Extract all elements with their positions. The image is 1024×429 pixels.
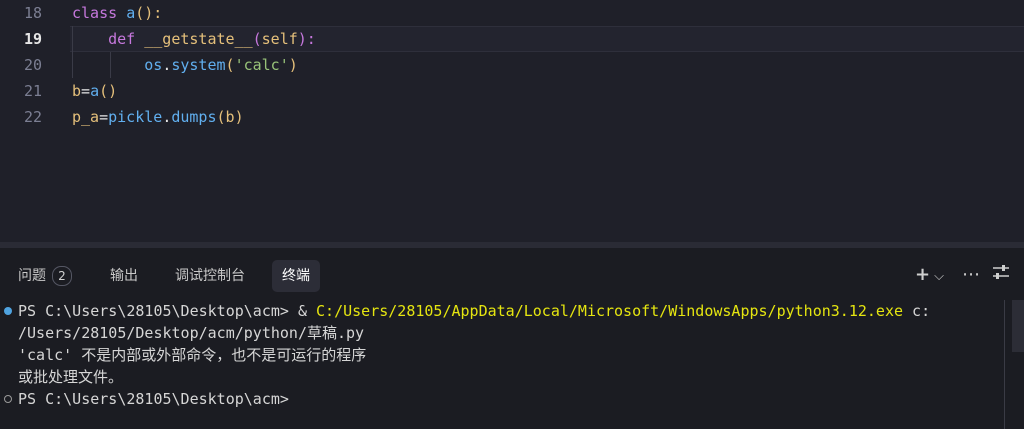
terminal-line: 或批处理文件。 bbox=[18, 368, 124, 386]
code-token: a bbox=[126, 4, 136, 22]
code-token: . bbox=[162, 108, 172, 126]
terminal-line: 'calc' 不是内部或外部命令，也不是可运行的程序 bbox=[18, 346, 367, 364]
terminal-line: PS C:\Users\28105\Desktop\acm> & C:/User… bbox=[18, 300, 930, 322]
terminal-prompt-line: PS C:\Users\28105\Desktop\acm> bbox=[18, 390, 289, 408]
terminal-line: /Users/28105/Desktop/acm/python/草稿.py bbox=[18, 324, 365, 342]
prompt-text: PS C:\Users\28105\Desktop\acm> & bbox=[18, 302, 317, 320]
bottom-panel: 问题 2 输出 调试控制台 终端 + ⌵ ⋯ PS C:\Users\28105\De… bbox=[0, 248, 1024, 429]
code-line[interactable]: 18 class a(): bbox=[0, 0, 1024, 26]
line-number: 22 bbox=[23, 108, 42, 126]
terminal-output[interactable]: PS C:\Users\28105\Desktop\acm> & C:/User… bbox=[0, 300, 1004, 429]
chevron-down-icon[interactable]: ⌵ bbox=[934, 269, 944, 284]
code-token: def bbox=[108, 30, 136, 48]
ellipsis-icon[interactable]: ⋯ bbox=[962, 264, 980, 285]
code-text[interactable]: p_a=pickle.dumps(b) bbox=[72, 104, 244, 130]
code-token: () bbox=[99, 82, 118, 100]
line-number: 19 bbox=[23, 30, 42, 48]
code-token: __getstate__ bbox=[144, 30, 253, 48]
command-status-dot bbox=[4, 395, 12, 403]
tab-label: 调试控制台 bbox=[175, 268, 245, 284]
problems-count-badge: 2 bbox=[52, 266, 72, 286]
code-token: a bbox=[90, 82, 100, 100]
code-token: ) bbox=[234, 108, 244, 126]
code-token: b bbox=[72, 82, 82, 100]
code-line[interactable]: 21 b=a() bbox=[0, 78, 1024, 104]
code-token: (): bbox=[135, 4, 163, 22]
tab-terminal[interactable]: 终端 bbox=[272, 260, 320, 292]
code-token: p_a bbox=[72, 108, 100, 126]
code-token: dumps bbox=[171, 108, 217, 126]
code-token: ( bbox=[216, 108, 226, 126]
code-text[interactable]: def __getstate__(self): bbox=[72, 26, 316, 52]
code-token: ( bbox=[252, 30, 262, 48]
code-token: 'calc' bbox=[234, 56, 289, 74]
line-number: 20 bbox=[23, 56, 42, 74]
tab-label: 问题 bbox=[18, 268, 46, 284]
code-token: pickle bbox=[108, 108, 163, 126]
sliders-icon[interactable] bbox=[992, 264, 1010, 285]
code-line[interactable]: 19 def __getstate__(self): bbox=[0, 26, 1024, 52]
tab-debug-console[interactable]: 调试控制台 bbox=[165, 260, 255, 292]
code-text[interactable]: class a(): bbox=[72, 0, 162, 26]
tab-output[interactable]: 输出 bbox=[100, 260, 148, 292]
code-token: ( bbox=[225, 56, 235, 74]
code-line[interactable]: 20 os.system('calc') bbox=[0, 52, 1024, 78]
code-token: os bbox=[144, 56, 163, 74]
command-status-dot bbox=[4, 307, 12, 315]
code-text[interactable]: os.system('calc') bbox=[72, 52, 298, 78]
exe-path-text: C:/Users/28105/AppData/Local/Microsoft/W… bbox=[316, 302, 904, 320]
terminal-scroll-border bbox=[1004, 300, 1005, 429]
code-token: . bbox=[162, 56, 172, 74]
line-number: 21 bbox=[23, 82, 42, 100]
code-token: = bbox=[99, 108, 109, 126]
plus-icon[interactable]: + bbox=[915, 264, 930, 285]
code-token: class bbox=[72, 4, 118, 22]
tab-label: 终端 bbox=[282, 268, 310, 284]
code-token: ): bbox=[297, 30, 316, 48]
code-text[interactable]: b=a() bbox=[72, 78, 117, 104]
line-number: 18 bbox=[23, 4, 42, 22]
panel-actions: + ⌵ ⋯ bbox=[905, 264, 1010, 288]
code-token: self bbox=[261, 30, 298, 48]
code-token: system bbox=[171, 56, 226, 74]
terminal-scrollbar[interactable] bbox=[1012, 300, 1024, 352]
code-token: ) bbox=[288, 56, 298, 74]
code-token: = bbox=[81, 82, 91, 100]
panel-tabs: 问题 2 输出 调试控制台 终端 bbox=[0, 260, 1024, 294]
code-token: b bbox=[225, 108, 235, 126]
code-line[interactable]: 22 p_a=pickle.dumps(b) bbox=[0, 104, 1024, 130]
tab-problems[interactable]: 问题 2 bbox=[8, 260, 82, 292]
code-editor[interactable]: 18 class a(): 19 def __getstate__(self):… bbox=[0, 0, 1024, 242]
tab-label: 输出 bbox=[110, 268, 138, 284]
arg-text: c: bbox=[903, 302, 931, 320]
